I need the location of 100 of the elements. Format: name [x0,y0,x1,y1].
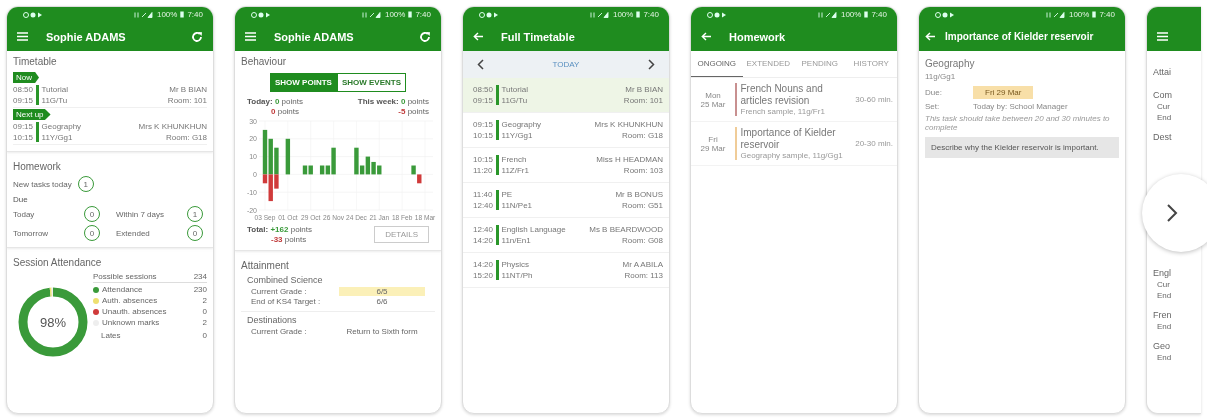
signal-icons [361,11,382,18]
start-time: 12:40 [473,225,494,234]
due-date: Fri 29 Mar [973,86,1034,99]
task-title[interactable]: Importance of Kielder reservoir [740,127,852,150]
teacher-name: Miss H HEADMAN [596,155,663,164]
next-day-icon[interactable] [648,59,655,70]
legend-value: 234 [193,272,207,281]
count-label: Within 7 days [116,209,165,219]
start-time: 14:20 [473,260,494,269]
section-title: Attainment [241,260,290,271]
room-number: Room: G08 [622,236,663,245]
points-unit: points [277,107,300,116]
task-duration: 30-60 min. [855,95,893,104]
menu-icon[interactable] [1157,32,1168,41]
lesson-row[interactable]: 12:40 14:20 English Language 11n/En1 Ms B BEARDWOOD Room: G08 [463,218,669,253]
class-group: 11Z/Fr1 [501,166,594,175]
grade-label: Current Grade : [251,327,308,336]
grade-label: End of KS4 Target : [251,297,322,306]
subject-heading: Com [1153,90,1173,100]
battery-icon [180,11,185,18]
lesson-row[interactable]: 10:15 11:20 French 11Z/Fr1 Miss H HEADMAN Room: 103 [463,148,669,183]
end-time: 14:20 [473,236,494,245]
previous-day-icon[interactable] [477,59,484,70]
signal-icons [817,11,838,18]
count-label: New tasks today [13,179,72,189]
task-title[interactable]: French Nouns and articles revision [740,83,852,106]
class-group: 11G/Tu [41,96,165,105]
toggle-button[interactable]: SHOW EVENTS [336,73,406,92]
subject-name: Physics [501,260,531,269]
lesson-row[interactable]: 11:40 12:40 PE 11N/Pe1 Mr B BONUS Room: G51 [463,183,669,218]
teacher-name: Ms B BEARDWOOD [589,225,663,234]
legend-value: 0 [202,331,207,340]
due-day: Fri [708,134,718,144]
back-arrow-icon[interactable] [925,32,935,41]
clock-time: 7:40 [1099,10,1115,19]
grade-label: End [1156,291,1173,300]
points-unit: points [281,97,303,106]
points-value: +162 [270,225,289,234]
teacher-name: Mrs K KHUNKHUN [594,120,663,129]
lesson-row[interactable]: 09:15 10:15 Geography 11Y/Gg1 Mrs K KHUNKHUN Room: G18 [463,113,669,148]
signal-icons [133,11,154,18]
signal-icons [589,11,610,18]
due-date: 29 Mar [700,143,726,153]
chevron-right-icon [1166,203,1178,223]
menu-icon[interactable] [17,32,28,41]
start-time: 09:15 [473,120,494,129]
teacher-name: Mr A ABILA [622,260,663,269]
section-title: Behaviour [241,56,288,67]
points-value: 0 [271,107,276,116]
tab[interactable]: ONGOING [691,51,743,77]
app-bar-title: Importance of Kielder reservoir [945,31,1094,42]
room-number: Room: 101 [623,96,663,105]
end-time: 12:40 [473,201,494,210]
back-arrow-icon[interactable] [473,32,483,41]
field-label: Due: [925,88,943,97]
task-duration: 20-30 min. [855,139,893,148]
legend-value: 0 [202,307,207,316]
subject-name: English Language [501,225,567,234]
legend-label: Unknown marks [102,318,160,327]
end-time: 10:15 [473,131,494,140]
grade-label: End [1156,113,1173,122]
app-bar-title: Full Timetable [501,30,575,43]
subject-heading: Dest [1153,132,1173,142]
teacher-name: Mr B BONUS [615,190,663,199]
points-value: -5 [398,107,406,116]
lesson-badge: Next up [13,109,51,120]
clock-time: 7:40 [643,10,659,19]
points-label: This week: [357,97,399,106]
refresh-icon[interactable] [419,30,431,43]
end-time: 11:20 [473,166,494,175]
duration-note: This task should take between 20 and 30 minutes to complete [925,114,1111,132]
lesson-row[interactable]: 08:50 09:15 Tutorial 11G/Tu Mr B BIAN Room: 101 [463,78,669,113]
subject-name: Tutorial [501,85,529,94]
class-group: 11g/Gg1 [925,72,1119,81]
clock-time: 7:40 [415,10,431,19]
back-arrow-icon[interactable] [701,32,711,41]
room-number: Room: G51 [622,201,663,210]
details-button[interactable]: DETAILS [374,226,429,243]
grade-label: Cur [1156,280,1171,289]
subject-heading: Destinations [247,315,298,325]
battery-level: 100% [384,10,406,19]
section-title: Timetable [13,56,58,67]
due-label: Due [13,195,29,204]
app-bar-title: Homework [729,30,786,43]
points-unit: points [407,97,429,106]
refresh-icon[interactable] [191,30,203,43]
lesson-row[interactable]: 14:20 15:20 Physics 11NT/Ph Mr A ABILA Room: 113 [463,253,669,288]
class-group: 11Y/Gg1 [41,133,136,142]
points-value: -33 [271,235,283,244]
room-number: Room: 103 [623,166,663,175]
signal-icons [1045,11,1066,18]
teacher-name: Mr B BIAN [625,85,663,94]
legend-label: Possible sessions [93,272,157,281]
subject-heading: Geography [925,58,976,69]
toggle-button[interactable]: SHOW POINTS [270,73,337,92]
menu-icon[interactable] [245,32,256,41]
class-group: 11NT/Ph [501,271,620,280]
section-title: Attai [1153,67,1172,77]
battery-level: 100% [156,10,178,19]
chart-bar [285,138,291,175]
